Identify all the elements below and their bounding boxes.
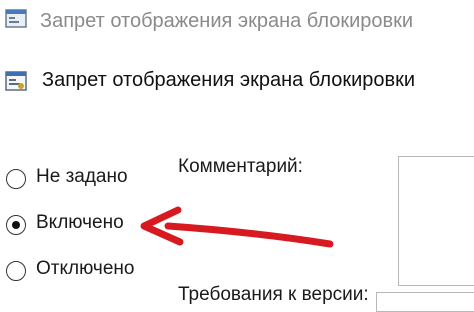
radio-not-configured-circle[interactable] [6,169,26,189]
radio-disabled-circle[interactable] [6,261,26,281]
requirements-box [376,292,474,312]
title-bar: Запрет отображения экрана блокировки [0,0,474,42]
policy-title: Запрет отображения экрана блокировки [42,69,416,91]
comment-label: Комментарий: [178,156,303,177]
window-title: Запрет отображения экрана блокировки [40,10,414,32]
radio-selected-dot [11,220,20,229]
radio-disabled-label: Отключено [36,258,135,279]
radio-enabled-label: Включено [36,212,124,233]
policy-settings-icon [5,71,27,91]
requirements-label: Требования к версии: [178,284,369,305]
radio-not-configured-label: Не задано [36,166,128,187]
policy-icon [5,9,27,28]
comment-textarea[interactable] [398,156,474,286]
radio-enabled-circle[interactable] [6,215,26,235]
annotation-arrow-icon [140,206,334,248]
policy-header: Запрет отображения экрана блокировки [0,62,474,102]
